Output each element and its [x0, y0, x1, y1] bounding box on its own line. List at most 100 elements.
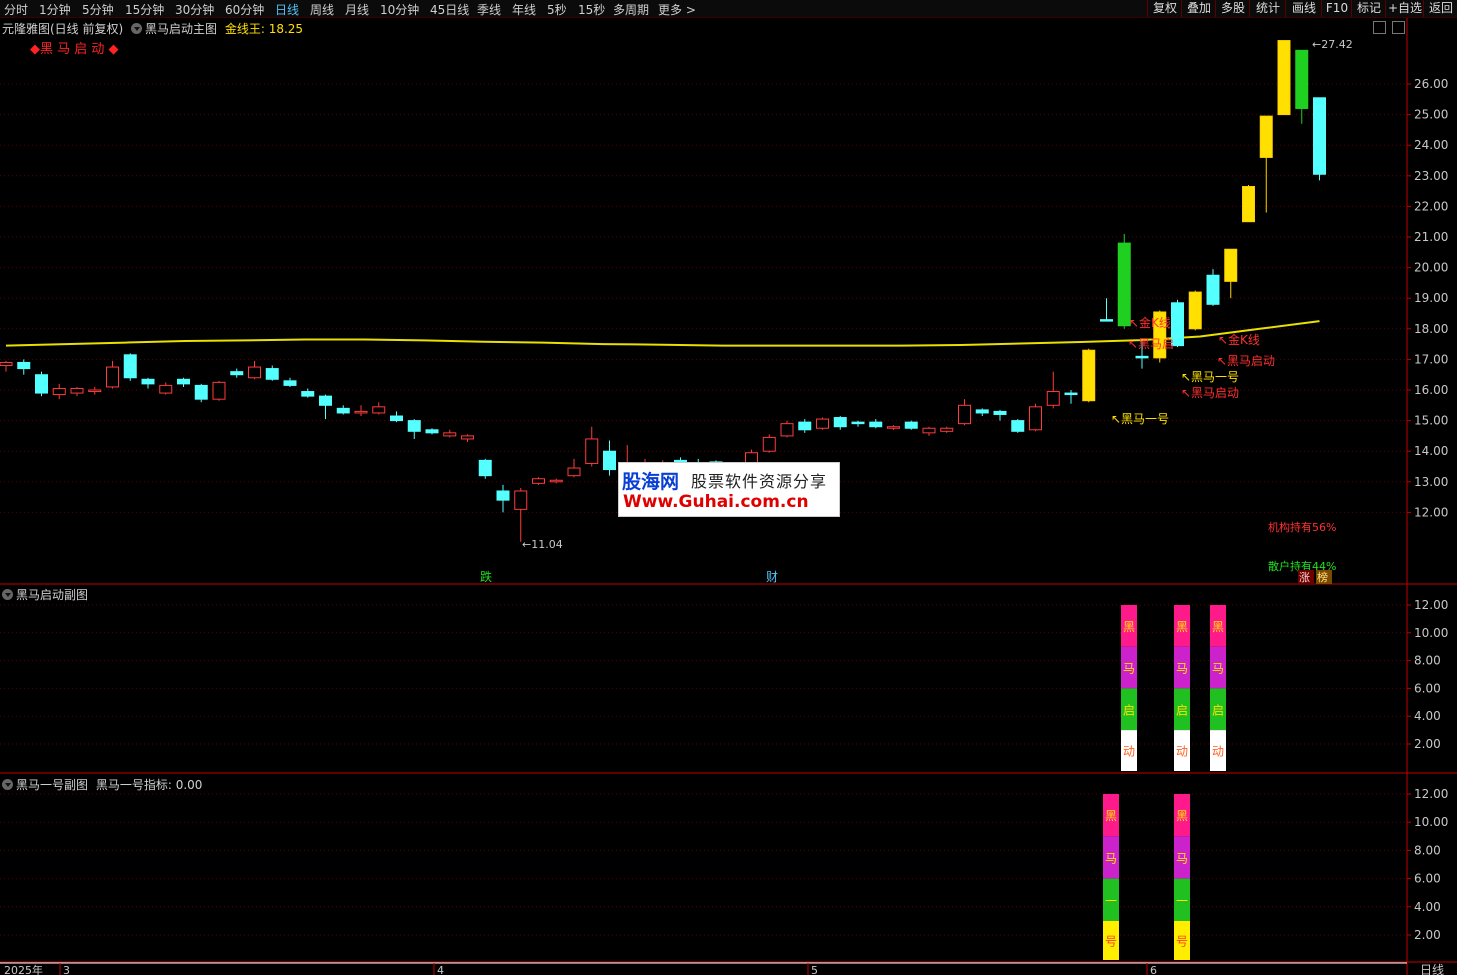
candle-body [1046, 391, 1060, 406]
marker-label: 财 [766, 570, 778, 584]
y-tick-label: 17.00 [1414, 352, 1448, 366]
candle-body [106, 366, 119, 388]
signal-label: ↖黑马启 [1128, 337, 1174, 351]
y-tick-label: 23.00 [1414, 169, 1448, 183]
candle-body [514, 490, 528, 510]
y-tick-label: 22.00 [1414, 199, 1448, 213]
bar-char: 启 [1212, 703, 1224, 717]
bar-char: 马 [1105, 851, 1117, 865]
sub2-bars: 黑马一号 黑马一号 [1103, 794, 1190, 960]
y-tick-label: 10.00 [1414, 626, 1448, 640]
candle-body [887, 426, 900, 429]
candle-body [390, 415, 403, 422]
signal-label: ↖黑马启动 [1181, 386, 1239, 400]
low-label: ←11.04 [522, 538, 563, 551]
candle-body [940, 427, 954, 432]
candle-body [123, 354, 137, 379]
candle-body [585, 438, 599, 464]
candle-body [1100, 319, 1113, 322]
candle-body [17, 361, 31, 370]
candle-body [194, 384, 208, 400]
y-tick-label: 21.00 [1414, 230, 1448, 244]
y-tick-label: 15.00 [1414, 414, 1448, 428]
candle-body [1117, 242, 1131, 327]
candle-body [1206, 274, 1220, 305]
candle-body [248, 366, 261, 379]
candle-body [833, 417, 847, 428]
candle-body [993, 410, 1007, 415]
candle-body [958, 404, 971, 425]
candle-body [230, 371, 244, 376]
y-tick-label: 18.00 [1414, 322, 1448, 336]
candle-body [1313, 97, 1326, 175]
y-tick-label: 16.00 [1414, 383, 1448, 397]
y-tick-label: 4.00 [1414, 709, 1441, 723]
y-tick-label: 8.00 [1414, 654, 1441, 668]
bar-char: 马 [1176, 851, 1188, 865]
candle-body [141, 378, 155, 385]
bar-char: 一 [1105, 894, 1117, 908]
watermark-logo: 股海网 [622, 471, 680, 493]
candle-body [336, 407, 350, 414]
candle-body [532, 478, 545, 484]
y-tick-label: 26.00 [1414, 77, 1448, 91]
watermark-subtitle: 股票软件资源分享 [691, 472, 828, 491]
candle-body [1064, 392, 1078, 396]
y-tick-label: 12.00 [1414, 505, 1448, 519]
bar-char: 马 [1123, 662, 1135, 676]
y-tick-label: 2.00 [1414, 737, 1441, 751]
candle-body [1277, 40, 1291, 116]
marker-label: 涨 [1299, 571, 1310, 584]
bar-char: 号 [1105, 934, 1117, 948]
bar-char: 黑 [1105, 809, 1117, 823]
institution-label: 机构持有56% [1268, 520, 1336, 534]
x-tick-label: 6 [1150, 964, 1157, 975]
candle-body [1029, 406, 1042, 431]
x-axis: 2025年 3 4 5 6 日线 [0, 962, 1444, 975]
bar-char: 启 [1176, 703, 1188, 717]
bar-char: 黑 [1123, 620, 1135, 634]
x-tick-label: 2025年 [4, 963, 43, 975]
bar-char: 马 [1176, 662, 1188, 676]
sub1-bars: 黑马启动 黑马启动 黑马启动 [1121, 605, 1226, 771]
candle-body [319, 395, 332, 406]
y-tick-label: 8.00 [1414, 843, 1441, 857]
candle-body [798, 421, 812, 431]
bar-char: 动 [1212, 745, 1224, 759]
candle-body [159, 384, 173, 394]
candle-body [1188, 291, 1202, 330]
candle-body [975, 409, 989, 414]
candle-body [904, 421, 918, 429]
annotations: ←27.42 ←11.04 ↖金K线 ↖黑马启 ↖黑马一号 ↖黑马启动 ↖金K线 ↖黑马启动 ↖… [480, 38, 1353, 584]
candle-body [372, 406, 386, 414]
y-tick-label: 24.00 [1414, 138, 1448, 152]
candle-body [301, 391, 315, 397]
watermark-banner: 股海网 股票软件资源分享 Www.Guhai.com.cn [618, 462, 840, 517]
candle-body [762, 436, 776, 452]
candle-body [70, 387, 84, 394]
bar-char: 号 [1176, 934, 1188, 948]
candle-body [88, 389, 102, 393]
bar-char: 马 [1212, 662, 1224, 676]
candle-body [265, 368, 279, 380]
marker-label: 跌 [480, 569, 492, 584]
candle-body [35, 374, 48, 394]
bar-char: 一 [1176, 894, 1188, 908]
candle-body [1224, 248, 1238, 282]
signal-label: ↖黑马一号 [1111, 412, 1169, 426]
y-tick-label: 6.00 [1414, 681, 1441, 695]
candle-body [1011, 420, 1025, 432]
x-tick-label: 5 [811, 964, 818, 975]
candle-body [461, 435, 474, 440]
signal-label: ↖黑马一号 [1181, 370, 1239, 384]
y-tick-label: 19.00 [1414, 291, 1448, 305]
candle-body [478, 459, 492, 477]
x-tick-label: 3 [63, 964, 70, 975]
candle-body [354, 410, 368, 414]
candle-body [425, 429, 439, 434]
candle-body [443, 432, 457, 437]
y-tick-label: 10.00 [1414, 815, 1448, 829]
candle-body [567, 467, 581, 477]
y-tick-label: 2.00 [1414, 928, 1441, 942]
y-tick-label: 25.00 [1414, 108, 1448, 122]
